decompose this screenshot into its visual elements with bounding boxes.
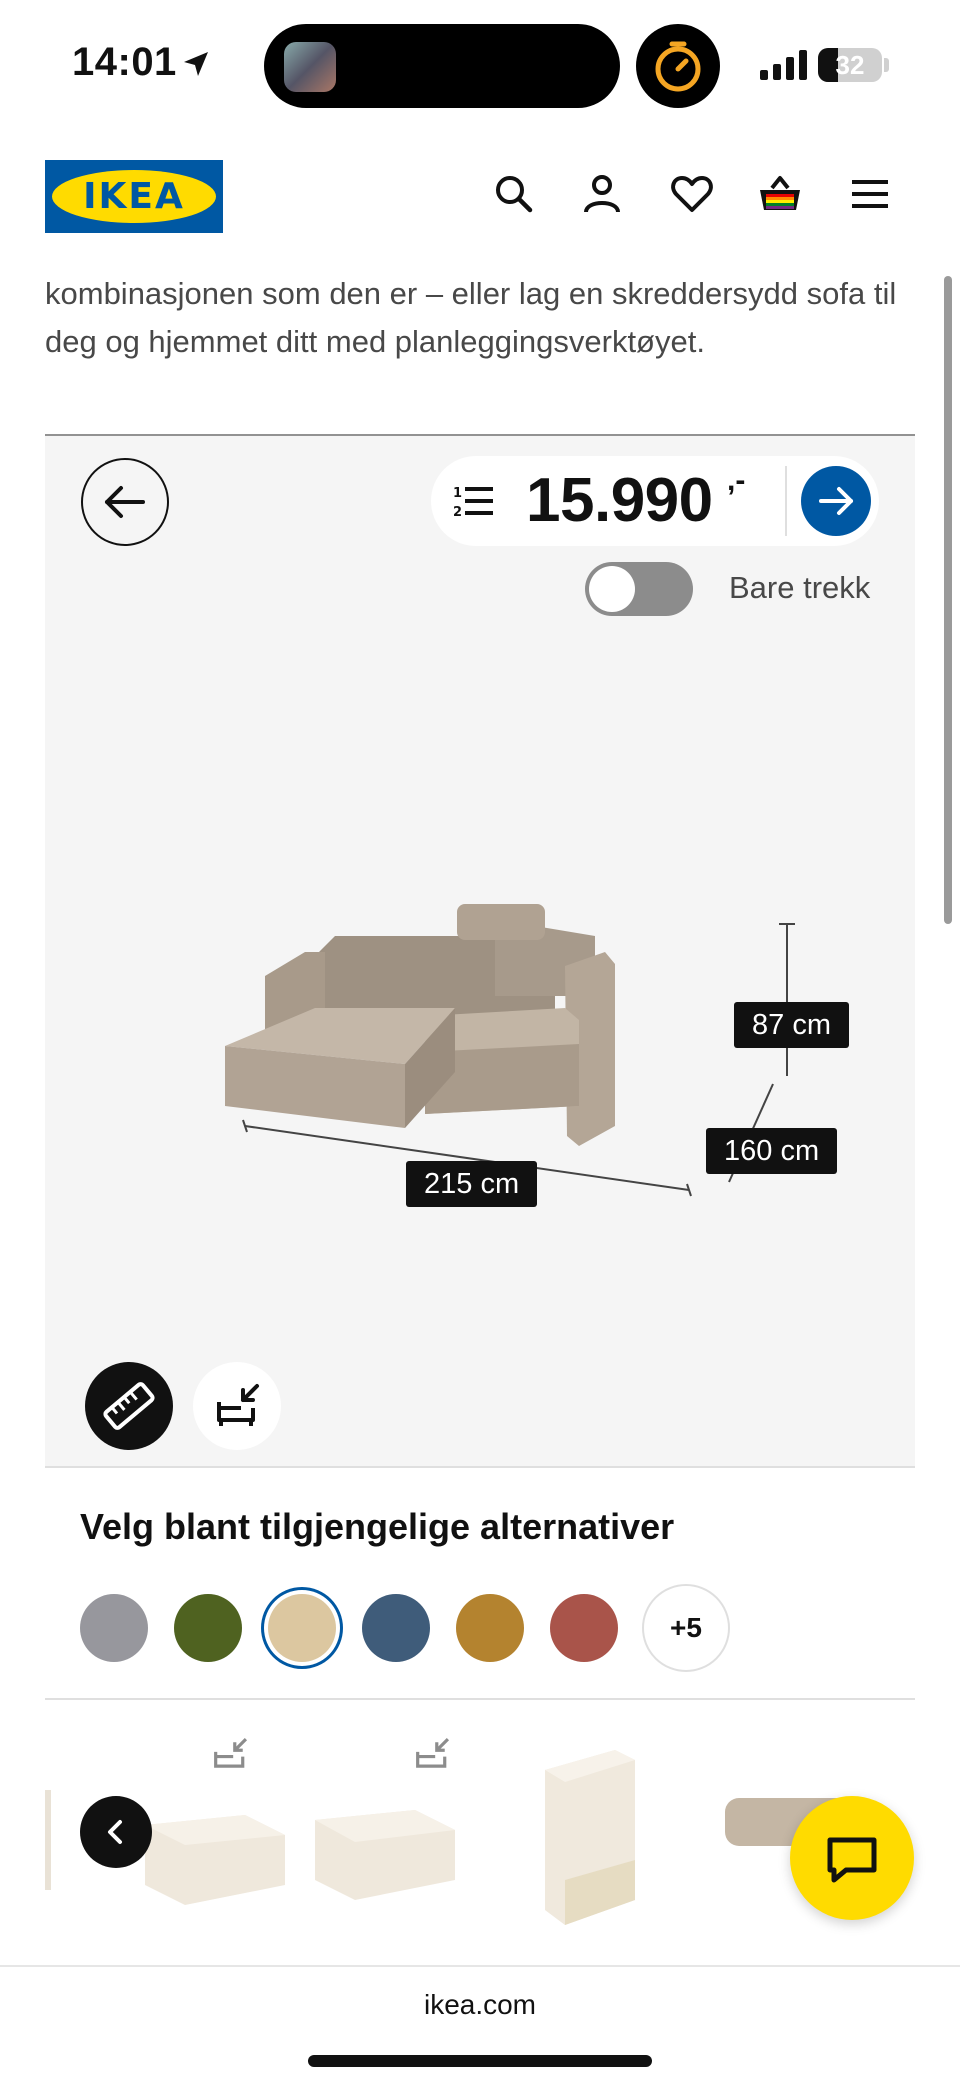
color-swatch-red[interactable] xyxy=(550,1594,618,1662)
scrollbar[interactable] xyxy=(944,276,952,924)
width-dimension-label: 215 cm xyxy=(406,1161,538,1207)
logo-text: IKEA xyxy=(83,176,185,217)
module-badge[interactable] xyxy=(195,1720,265,1790)
battery-level: 32 xyxy=(835,50,865,80)
home-indicator[interactable] xyxy=(308,2055,652,2067)
sofa-module-icon xyxy=(217,1384,259,1426)
measure-button[interactable] xyxy=(85,1362,173,1450)
battery-icon: 32 xyxy=(818,48,882,82)
heart-icon[interactable] xyxy=(668,170,716,218)
module-item[interactable] xyxy=(305,1770,485,1920)
sofa-configurator: 1 2 15.990 ,- Bare trekk 87 cm 160 cm 21… xyxy=(45,434,915,1468)
sofa-module-icon xyxy=(214,1737,248,1768)
browser-url-bar[interactable]: ikea.com xyxy=(0,1965,960,2081)
depth-dimension-label: 160 cm xyxy=(706,1128,838,1174)
options-title: Velg blant tilgjengelige alternativer xyxy=(80,1506,675,1547)
status-time: 14:01 xyxy=(72,40,177,84)
signal-icon xyxy=(760,50,807,80)
color-swatch-grey[interactable] xyxy=(80,1594,148,1662)
module-item[interactable] xyxy=(45,1790,55,1890)
chat-icon xyxy=(827,1837,877,1883)
status-bar: 14:01 32 xyxy=(0,0,960,130)
media-thumbnail xyxy=(284,42,336,92)
search-icon[interactable] xyxy=(490,170,538,218)
chevron-left-icon xyxy=(108,1820,122,1844)
sofa-parts-button[interactable] xyxy=(193,1362,281,1450)
location-arrow-icon xyxy=(184,52,208,76)
menu-icon[interactable] xyxy=(846,170,894,218)
basket-icon[interactable] xyxy=(756,170,804,218)
timer-icon[interactable] xyxy=(636,24,720,108)
ikea-logo[interactable]: IKEA xyxy=(45,160,223,233)
more-colors-button[interactable]: +5 xyxy=(642,1584,730,1672)
url-text: ikea.com xyxy=(423,1989,537,2020)
color-swatch-beige[interactable] xyxy=(268,1594,336,1662)
color-swatch-ochre[interactable] xyxy=(456,1594,524,1662)
profile-icon[interactable] xyxy=(578,170,626,218)
module-item[interactable] xyxy=(125,1785,305,1915)
intro-text: kombinasjonen som den er – eller lag en … xyxy=(45,276,897,359)
module-carousel[interactable] xyxy=(45,1700,915,1965)
battery-nub xyxy=(884,58,889,72)
module-item[interactable] xyxy=(525,1740,665,1930)
ruler-icon xyxy=(103,1382,155,1430)
dimension-lines xyxy=(242,923,795,1197)
chat-button[interactable] xyxy=(790,1796,914,1920)
module-badge xyxy=(45,1720,73,1790)
color-swatch-green[interactable] xyxy=(174,1594,242,1662)
carousel-prev-button[interactable] xyxy=(80,1796,152,1868)
color-swatch-blue[interactable] xyxy=(362,1594,430,1662)
dynamic-island[interactable] xyxy=(264,24,620,108)
height-dimension-label: 87 cm xyxy=(734,1002,849,1048)
